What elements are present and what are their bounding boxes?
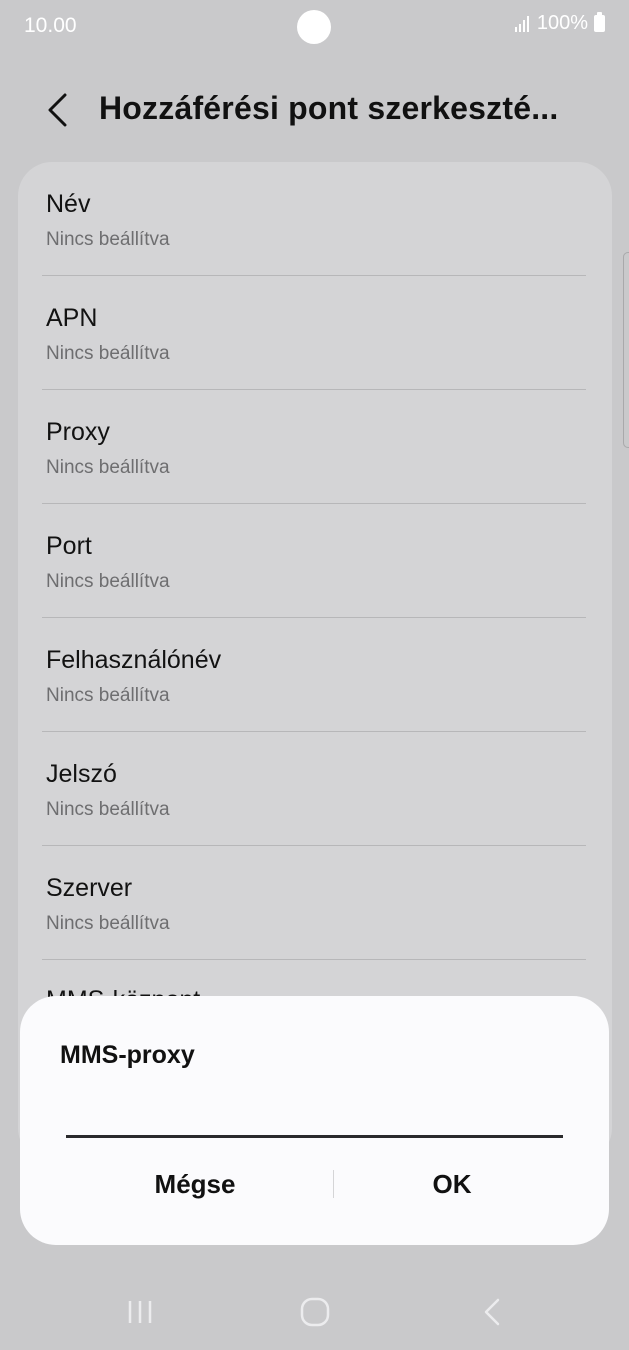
- item-title: Port: [46, 532, 92, 560]
- item-title: APN: [46, 304, 98, 332]
- ok-button[interactable]: OK: [320, 1156, 584, 1212]
- battery-icon: [594, 12, 605, 32]
- list-item-port[interactable]: Port Nincs beállítva: [42, 504, 586, 618]
- dialog-buttons: Mégse OK: [20, 1156, 609, 1212]
- battery-percentage: 100%: [536, 12, 588, 34]
- list-item-apn[interactable]: APN Nincs beállítva: [42, 276, 586, 390]
- item-subtitle: Nincs beállítva: [46, 571, 170, 592]
- scrollbar[interactable]: [623, 252, 629, 448]
- home-icon: [300, 1297, 330, 1327]
- item-subtitle: Nincs beállítva: [46, 457, 170, 478]
- signal-icon: [514, 15, 529, 32]
- status-bar: 10.00 100%: [0, 0, 629, 52]
- nav-back-button[interactable]: [462, 1292, 522, 1332]
- mms-proxy-input[interactable]: [66, 1094, 563, 1138]
- status-time: 10.00: [24, 14, 77, 37]
- item-subtitle: Nincs beállítva: [46, 913, 170, 934]
- item-title: Név: [46, 190, 91, 218]
- list-item-password[interactable]: Jelszó Nincs beállítva: [42, 732, 586, 846]
- item-title: Jelszó: [46, 760, 117, 788]
- navigation-bar: [0, 1280, 629, 1344]
- back-icon: [484, 1298, 500, 1326]
- item-subtitle: Nincs beállítva: [46, 685, 170, 706]
- list-item-name[interactable]: Név Nincs beállítva: [42, 162, 586, 276]
- item-title: Proxy: [46, 418, 110, 446]
- page-title: Hozzáférési pont szerkeszté...: [99, 90, 559, 126]
- status-icons: 100%: [514, 12, 605, 35]
- list-item-proxy[interactable]: Proxy Nincs beállítva: [42, 390, 586, 504]
- item-subtitle: Nincs beállítva: [46, 799, 170, 820]
- front-camera: [297, 10, 331, 44]
- item-title: Szerver: [46, 874, 133, 902]
- item-title: Felhasználónév: [46, 646, 222, 674]
- list-item-server[interactable]: Szerver Nincs beállítva: [42, 846, 586, 960]
- list-item-username[interactable]: Felhasználónév Nincs beállítva: [42, 618, 586, 732]
- recents-button[interactable]: [110, 1292, 170, 1332]
- recents-icon: [128, 1301, 152, 1323]
- dialog-title: MMS-proxy: [60, 1041, 195, 1069]
- home-button[interactable]: [285, 1292, 345, 1332]
- chevron-left-icon: [48, 93, 67, 127]
- item-subtitle: Nincs beállítva: [46, 343, 170, 364]
- item-subtitle: Nincs beállítva: [46, 229, 170, 250]
- app-bar: Hozzáférési pont szerkeszté...: [0, 78, 629, 142]
- cancel-button[interactable]: Mégse: [50, 1156, 340, 1212]
- mms-proxy-dialog: MMS-proxy Mégse OK: [20, 996, 609, 1245]
- back-button[interactable]: [36, 88, 80, 132]
